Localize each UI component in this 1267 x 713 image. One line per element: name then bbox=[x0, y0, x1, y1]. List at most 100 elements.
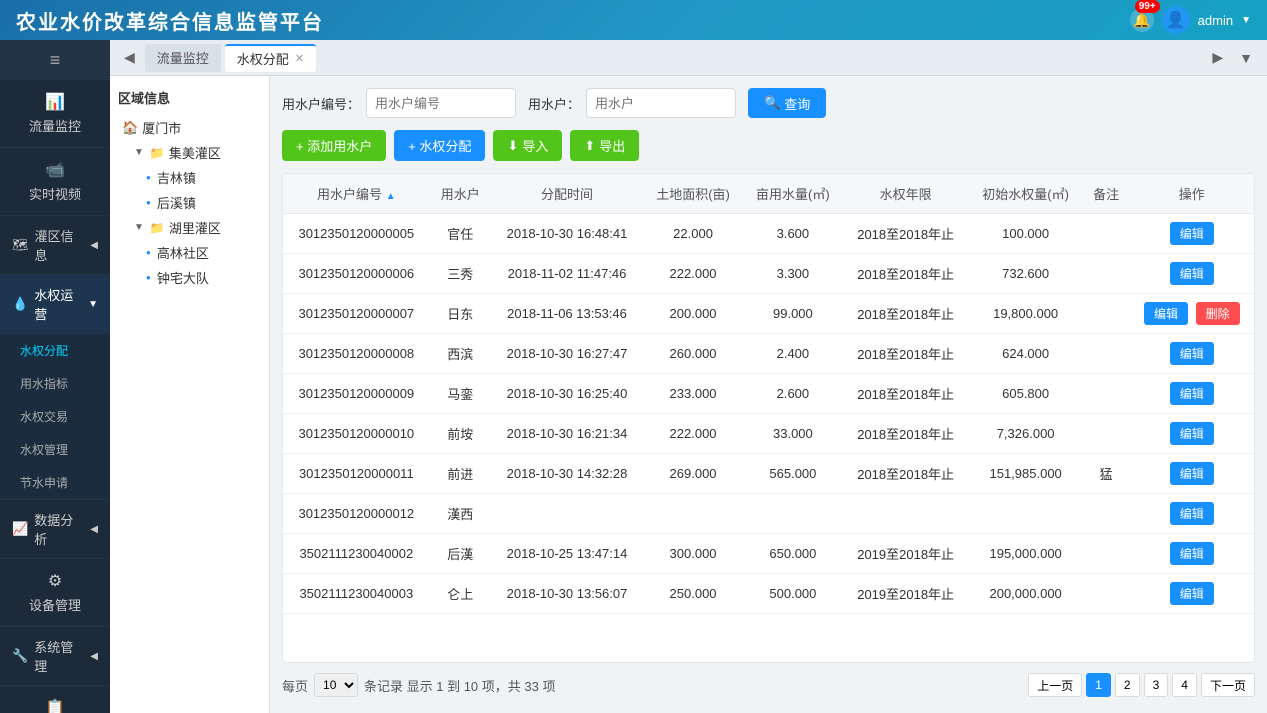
col-land[interactable]: 土地面积(亩) bbox=[643, 174, 743, 214]
page-2-button[interactable]: 2 bbox=[1115, 673, 1140, 697]
search-button[interactable]: 🔍 查询 bbox=[748, 88, 826, 118]
export-button[interactable]: ⬆ 导出 bbox=[570, 130, 639, 161]
col-water-per-mu[interactable]: 亩用水量(㎡) bbox=[743, 174, 843, 214]
sidebar-item-system-management-label: 系统管理 bbox=[34, 637, 84, 675]
page-3-button[interactable]: 3 bbox=[1144, 673, 1169, 697]
export-button-label: 导出 bbox=[599, 136, 625, 155]
col-time[interactable]: 分配时间 bbox=[491, 174, 643, 214]
tree-item-zhongzhai[interactable]: ● 钟宅大队 bbox=[118, 265, 261, 290]
sidebar-item-device-management-label: 设备管理 bbox=[29, 595, 81, 614]
cell-user-code: 3502111230040003 bbox=[283, 574, 430, 614]
cell-term: 2018至2018年止 bbox=[843, 454, 969, 494]
header: 农业水价改革综合信息监管平台 🔔 99+ 👤 admin ▼ bbox=[0, 0, 1267, 40]
sidebar-sub-water-trade[interactable]: 水权交易 bbox=[0, 400, 110, 433]
user-code-input[interactable] bbox=[366, 88, 516, 118]
add-water-allocation-label: + 水权分配 bbox=[408, 136, 471, 155]
cell-water: 3.300 bbox=[743, 254, 843, 294]
sidebar-item-device-management[interactable]: ⚙ 设备管理 bbox=[0, 559, 110, 627]
tab-water-allocation-close[interactable]: ✕ bbox=[295, 52, 304, 65]
edit-button[interactable]: 编辑 bbox=[1170, 422, 1214, 445]
sidebar: ≡ 📊 流量监控 📹 实时视频 🗺 灌区信息 ◀ 💧 水权运营 ▼ 水权分配 用… bbox=[0, 40, 110, 713]
data-table-container: 用水户编号 ▲ 用水户 分配时间 土地面积(亩) 亩用水量(㎡) 水权年限 初始… bbox=[282, 173, 1255, 663]
sidebar-sub-water-saving[interactable]: 节水申请 bbox=[0, 466, 110, 499]
edit-button[interactable]: 编辑 bbox=[1170, 542, 1214, 565]
add-user-button-label: + 添加用水户 bbox=[296, 136, 372, 155]
col-actions: 操作 bbox=[1130, 174, 1254, 214]
edit-button[interactable]: 编辑 bbox=[1170, 462, 1214, 485]
search-button-label: 查询 bbox=[784, 94, 810, 113]
home-icon: 🏠 bbox=[122, 120, 138, 136]
tree-item-huli[interactable]: ▼ 📁 湖里灌区 bbox=[118, 215, 261, 240]
cell-user: 西滨 bbox=[430, 334, 491, 374]
edit-button[interactable]: 编辑 bbox=[1170, 342, 1214, 365]
sidebar-item-system-management[interactable]: 🔧 系统管理 ◀ bbox=[0, 627, 110, 686]
notification-bell[interactable]: 🔔 99+ bbox=[1130, 8, 1154, 32]
col-term[interactable]: 水权年限 bbox=[843, 174, 969, 214]
sidebar-item-instrument-warehouse[interactable]: 📋 仪表仓 bbox=[0, 686, 110, 713]
sidebar-item-flow-monitor[interactable]: 📊 流量监控 bbox=[0, 80, 110, 148]
edit-button[interactable]: 编辑 bbox=[1144, 302, 1188, 325]
col-user-code[interactable]: 用水户编号 ▲ bbox=[283, 174, 430, 214]
cell-land: 222.000 bbox=[643, 414, 743, 454]
tree-item-jilin[interactable]: ● 吉林镇 bbox=[118, 165, 261, 190]
sidebar-item-water-ops[interactable]: 💧 水权运营 ▼ bbox=[0, 275, 110, 334]
user-code-label: 用水户编号： bbox=[282, 94, 360, 113]
cell-water: 33.000 bbox=[743, 414, 843, 454]
prev-page-button[interactable]: 上一页 bbox=[1028, 673, 1082, 697]
cell-user-code: 3012350120000010 bbox=[283, 414, 430, 454]
cell-user: 漢西 bbox=[430, 494, 491, 534]
col-note[interactable]: 备注 bbox=[1083, 174, 1130, 214]
add-user-button[interactable]: + 添加用水户 bbox=[282, 130, 386, 161]
tree-item-xiamen[interactable]: 🏠 厦门市 bbox=[118, 115, 261, 140]
water-ops-submenu: 水权分配 用水指标 水权交易 水权管理 节水申请 bbox=[0, 334, 110, 500]
cell-time: 2018-11-06 13:53:46 bbox=[491, 294, 643, 334]
cell-water: 3.600 bbox=[743, 214, 843, 254]
edit-button[interactable]: 编辑 bbox=[1170, 382, 1214, 405]
import-button[interactable]: ⬇ 导入 bbox=[493, 130, 562, 161]
tab-prev-button[interactable]: ◀ bbox=[118, 47, 141, 68]
sidebar-item-flow-monitor-label: 流量监控 bbox=[29, 116, 81, 135]
col-user[interactable]: 用水户 bbox=[430, 174, 491, 214]
page-4-button[interactable]: 4 bbox=[1172, 673, 1197, 697]
add-water-allocation-button[interactable]: + 水权分配 bbox=[394, 130, 485, 161]
delete-button[interactable]: 删除 bbox=[1196, 302, 1240, 325]
user-input[interactable] bbox=[586, 88, 736, 118]
import-icon: ⬇ bbox=[507, 138, 518, 154]
table-row: 3012350120000006 三秀 2018-11-02 11:47:46 … bbox=[283, 254, 1254, 294]
tab-next-button[interactable]: ▶ bbox=[1206, 47, 1229, 68]
sidebar-sub-water-quota[interactable]: 用水指标 bbox=[0, 367, 110, 400]
tab-expand-button[interactable]: ▼ bbox=[1233, 47, 1259, 68]
tab-water-allocation[interactable]: 水权分配 ✕ bbox=[225, 44, 316, 72]
cell-user-code: 3502111230040002 bbox=[283, 534, 430, 574]
page-1-button[interactable]: 1 bbox=[1086, 673, 1111, 697]
col-initial-water[interactable]: 初始水权量(㎡) bbox=[968, 174, 1082, 214]
sidebar-item-data-analysis[interactable]: 📈 数据分析 ◀ bbox=[0, 500, 110, 559]
sidebar-sub-water-management[interactable]: 水权管理 bbox=[0, 433, 110, 466]
edit-button[interactable]: 编辑 bbox=[1170, 262, 1214, 285]
cell-user: 仑上 bbox=[430, 574, 491, 614]
sidebar-item-realtime-video-label: 实时视频 bbox=[29, 184, 81, 203]
tree-item-jimei[interactable]: ▼ 📁 集美灌区 bbox=[118, 140, 261, 165]
admin-dropdown-arrow[interactable]: ▼ bbox=[1241, 15, 1251, 26]
next-page-button[interactable]: 下一页 bbox=[1201, 673, 1255, 697]
table-row: 3012350120000005 官任 2018-10-30 16:48:41 … bbox=[283, 214, 1254, 254]
cell-actions: 编辑 bbox=[1130, 414, 1254, 454]
sidebar-item-irrigation-info[interactable]: 🗺 灌区信息 ◀ bbox=[0, 216, 110, 275]
tree-label-jilin: 吉林镇 bbox=[157, 168, 196, 187]
sidebar-item-realtime-video[interactable]: 📹 实时视频 bbox=[0, 148, 110, 216]
cell-water: 500.000 bbox=[743, 574, 843, 614]
cell-land: 22.000 bbox=[643, 214, 743, 254]
cell-note bbox=[1083, 494, 1130, 534]
tab-flow-monitor[interactable]: 流量监控 bbox=[145, 44, 221, 72]
menu-toggle-button[interactable]: ≡ bbox=[0, 40, 110, 80]
sidebar-sub-water-allocation[interactable]: 水权分配 bbox=[0, 334, 110, 367]
cell-term: 2018至2018年止 bbox=[843, 334, 969, 374]
edit-button[interactable]: 编辑 bbox=[1170, 582, 1214, 605]
tree-item-houxi[interactable]: ● 后溪镇 bbox=[118, 190, 261, 215]
table-body: 3012350120000005 官任 2018-10-30 16:48:41 … bbox=[283, 214, 1254, 614]
tree-item-gaolin[interactable]: ● 高林社区 bbox=[118, 240, 261, 265]
edit-button[interactable]: 编辑 bbox=[1170, 222, 1214, 245]
pagination: 每页 10 20 50 条记录 显示 1 到 10 项，共 33 项 上一页 1… bbox=[282, 663, 1255, 701]
page-size-select[interactable]: 10 20 50 bbox=[314, 673, 358, 697]
edit-button[interactable]: 编辑 bbox=[1170, 502, 1214, 525]
